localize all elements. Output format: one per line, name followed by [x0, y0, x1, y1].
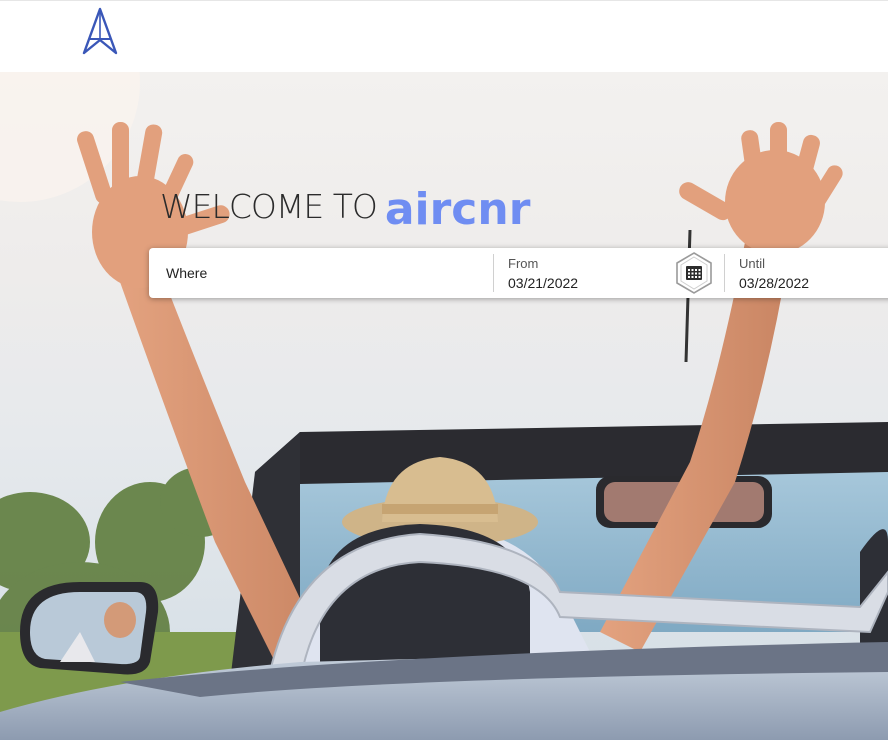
from-label: From [508, 256, 539, 271]
search-bar: From 03/21/2022 Until 03/28/2022 [149, 248, 888, 298]
top-navigation-bar [0, 0, 888, 72]
brand-wordmark: aircnr [384, 184, 531, 235]
from-date-value[interactable]: 03/21/2022 [508, 275, 578, 291]
hero-banner: WELCOME TO aircnr From 03/21/2022 Until … [0, 72, 888, 740]
airplane-a-logo-icon[interactable] [78, 7, 122, 55]
where-field[interactable] [149, 248, 493, 298]
welcome-text: WELCOME TO [160, 187, 378, 226]
welcome-heading: WELCOME TO aircnr [160, 172, 530, 232]
until-date-field[interactable]: Until 03/28/2022 [725, 248, 888, 298]
until-label: Until [739, 256, 766, 271]
where-input[interactable] [166, 262, 466, 284]
until-date-value[interactable]: 03/28/2022 [739, 275, 809, 291]
calendar-icon[interactable] [673, 252, 715, 294]
